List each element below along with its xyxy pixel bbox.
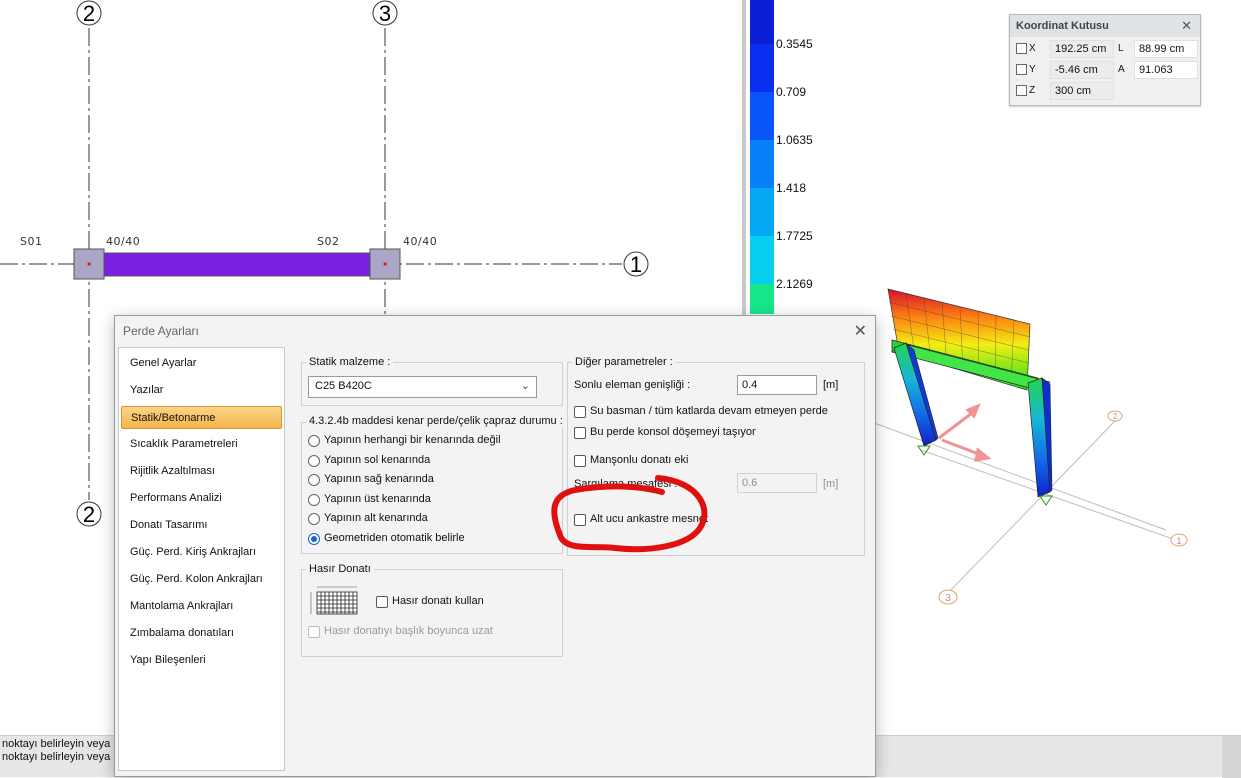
coord-row-z: Z 300 cm <box>1016 82 1196 101</box>
coord-row-x: X 192.25 cm L 88.99 cm <box>1016 40 1198 59</box>
mesafe-label: Sargılama mesafesi : <box>574 478 678 490</box>
nav-yazilar[interactable]: Yazılar <box>121 379 282 402</box>
coordinate-box[interactable]: Koordinat Kutusu ✕ X 192.25 cm L 88.99 c… <box>1009 14 1201 106</box>
radio-otomatik[interactable]: Geometriden otomatik belirle <box>308 532 465 548</box>
nav-donati-tasarimi[interactable]: Donatı Tasarımı <box>121 514 282 537</box>
nav-kolon-ankrajlari[interactable]: Güç. Perd. Kolon Ankrajları <box>121 568 282 591</box>
nav-performans-analizi[interactable]: Performans Analizi <box>121 487 282 510</box>
3d-axis-label-1: 1 <box>1176 536 1181 546</box>
axis-bubble-3-top-text: 3 <box>379 1 391 26</box>
coord-x-value[interactable]: 192.25 cm <box>1050 40 1114 58</box>
column-size-s02: 40/40 <box>403 235 438 248</box>
coord-row-y: Y -5.46 cm A 91.063 <box>1016 61 1198 80</box>
mesh-icon <box>310 586 358 615</box>
radio-alt-kenar[interactable]: Yapının alt kenarında <box>308 512 428 528</box>
nav-rijitlik-azaltilmasi[interactable]: Rijitlik Azaltılması <box>121 460 282 483</box>
nav-statik-betonarme[interactable]: Statik/Betonarme <box>121 406 282 429</box>
fe-width-input[interactable]: 0.4 <box>737 375 817 395</box>
radio-sag-kenar[interactable]: Yapının sağ kenarında <box>308 473 434 489</box>
manson-checkbox[interactable]: Manşonlu donatı eki <box>574 454 688 470</box>
kenar-perde-label: 4.3.2.4b maddesi kenar perde/çelik çapra… <box>306 415 566 427</box>
statik-malzeme-select[interactable]: C25 B420C ⌄ <box>308 376 537 398</box>
axis-bubble-2-top-text: 2 <box>83 1 95 26</box>
coord-a-value[interactable]: 91.063 <box>1134 61 1198 79</box>
coord-x-checkbox[interactable] <box>1016 43 1027 54</box>
column-size-s01: 40/40 <box>106 235 141 248</box>
nav-mantolama-ankrajlari[interactable]: Mantolama Ankrajları <box>121 595 282 618</box>
radio-kenar-degil[interactable]: Yapının herhangi bir kenarında değil <box>308 434 501 450</box>
status-line-1: noktayı belirleyin veya <box>2 738 111 750</box>
hasir-donati-label: Hasır Donatı <box>306 563 374 575</box>
settings-nav: Genel Ayarlar Yazılar Statik/Betonarme S… <box>118 347 285 771</box>
dialog-title: Perde Ayarları <box>123 324 199 338</box>
ankastre-checkbox[interactable]: Alt ucu ankastre mesnet <box>574 513 708 529</box>
coord-l-value[interactable]: 88.99 cm <box>1134 40 1198 58</box>
chevron-down-icon: ⌄ <box>520 380 530 392</box>
column-label-s02: S02 <box>317 235 340 248</box>
3d-axis-label-2: 2 <box>1113 412 1118 421</box>
scrollbar[interactable] <box>1222 736 1241 778</box>
nav-kiris-ankrajlari[interactable]: Güç. Perd. Kiriş Ankrajları <box>121 541 282 564</box>
fe-width-label: Sonlu eleman genişliği : <box>574 379 691 391</box>
coord-y-value[interactable]: -5.46 cm <box>1050 61 1114 79</box>
nav-genel-ayarlar[interactable]: Genel Ayarlar <box>121 352 282 375</box>
close-icon[interactable]: ✕ <box>854 321 867 341</box>
statik-malzeme-label: Statik malzeme : <box>306 356 394 368</box>
radio-ust-kenar[interactable]: Yapının üst kenarında <box>308 493 431 509</box>
hasir-uzat-checkbox[interactable]: Hasır donatıyı başlık boyunca uzat <box>308 625 493 641</box>
mesafe-unit: [m] <box>823 478 839 490</box>
column-label-s01: S01 <box>20 235 43 248</box>
coord-y-checkbox[interactable] <box>1016 64 1027 75</box>
nav-zimbalama-donatilari[interactable]: Zımbalama donatıları <box>121 622 282 645</box>
status-line-2: noktayı belirleyin veya <box>2 751 111 763</box>
nav-sicaklik-parametreleri[interactable]: Sıcaklık Parametreleri <box>121 433 282 456</box>
axis-bubble-2-bottom-text: 2 <box>83 502 95 527</box>
coordinate-box-title[interactable]: Koordinat Kutusu ✕ <box>1010 15 1200 37</box>
nav-yapi-bilesenleri[interactable]: Yapı Bileşenleri <box>121 649 282 672</box>
mesafe-input[interactable]: 0.6 <box>737 473 817 493</box>
perde-ayarlari-dialog[interactable]: Perde Ayarları ✕ Genel Ayarlar Yazılar S… <box>114 315 876 777</box>
wall-element <box>102 252 372 277</box>
coord-z-value[interactable]: 300 cm <box>1050 82 1114 100</box>
3d-axis-label-3: 3 <box>945 593 951 604</box>
hasir-kullan-checkbox[interactable]: Hasır donatı kullan <box>376 595 484 611</box>
close-icon[interactable]: ✕ <box>1181 18 1192 34</box>
fe-width-unit: [m] <box>823 379 839 391</box>
axis-bubble-1-text: 1 <box>630 252 642 277</box>
radio-sol-kenar[interactable]: Yapının sol kenarında <box>308 454 430 470</box>
diger-parametreler-label: Diğer parametreler : <box>572 356 676 368</box>
bodrum-checkbox[interactable]: Su basman / tüm katlarda devam etmeyen p… <box>574 405 828 421</box>
coord-z-checkbox[interactable] <box>1016 85 1027 96</box>
konsol-checkbox[interactable]: Bu perde konsol döşemeyi taşıyor <box>574 426 756 442</box>
